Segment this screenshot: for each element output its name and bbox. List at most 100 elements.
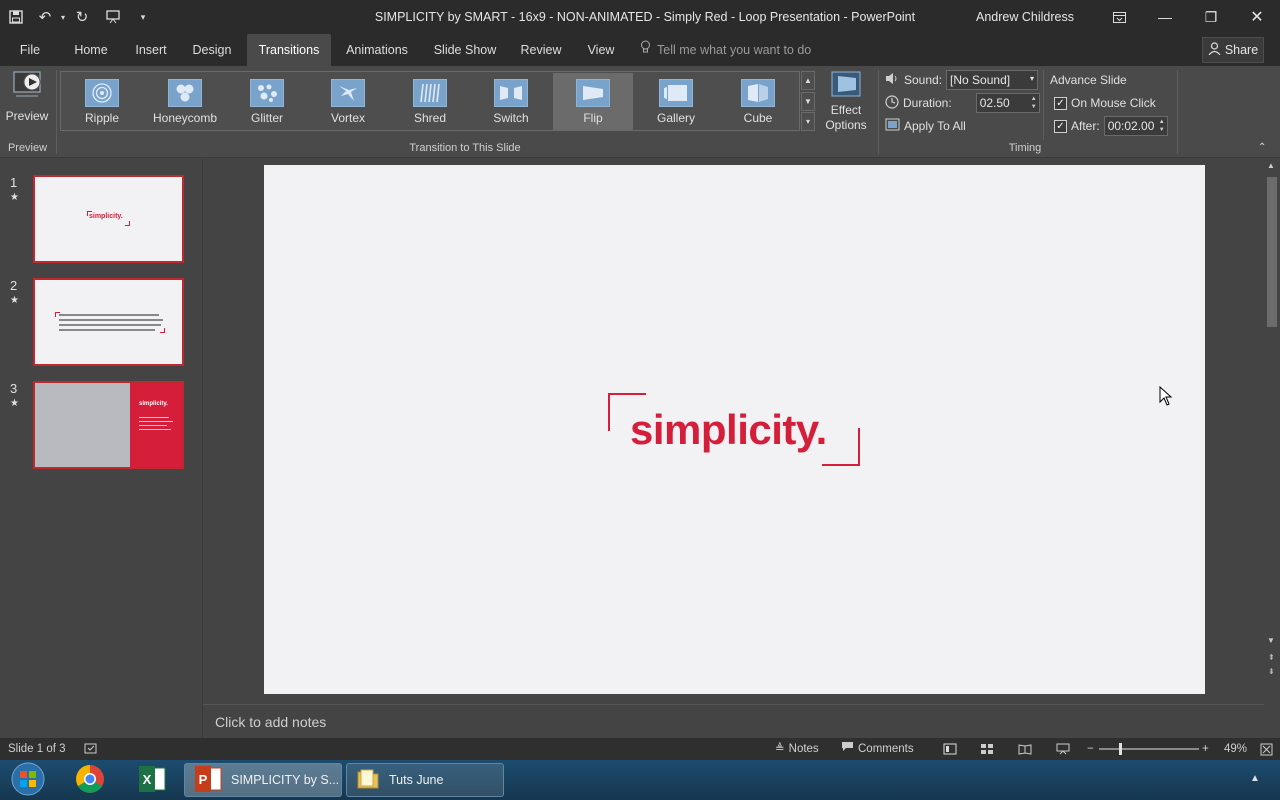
tab-file[interactable]: File bbox=[10, 34, 50, 66]
tab-design[interactable]: Design bbox=[186, 34, 238, 66]
customize-qat-icon[interactable]: ▾ bbox=[130, 0, 156, 34]
share-button[interactable]: Share bbox=[1202, 37, 1264, 63]
bracket bbox=[160, 328, 165, 333]
duration-input[interactable]: 02.50 ▲ ▼ bbox=[975, 93, 1040, 113]
tab-view[interactable]: View bbox=[580, 34, 622, 66]
bracket bbox=[87, 211, 92, 216]
group-label-preview: Preview bbox=[7, 142, 48, 154]
after-input[interactable]: 00:02.00 ▲ ▼ bbox=[1103, 116, 1168, 136]
text-line bbox=[139, 421, 173, 422]
slide-number: 3 bbox=[10, 381, 18, 396]
excel-taskbar-button[interactable]: X bbox=[134, 763, 170, 797]
after-row: ✓ After: 00:02.00 ▲ ▼ bbox=[1054, 115, 1168, 137]
restore-icon[interactable]: ❐ bbox=[1188, 0, 1234, 34]
status-bar: Slide 1 of 3 ≜ Notes Comments − + 49% bbox=[0, 738, 1280, 760]
notes-label: Notes bbox=[788, 743, 819, 755]
scroll-up-icon[interactable]: ▲ bbox=[1267, 161, 1275, 170]
tab-animations[interactable]: Animations bbox=[338, 34, 416, 66]
zoom-slider-thumb[interactable] bbox=[1119, 743, 1122, 755]
reading-view-icon[interactable] bbox=[1018, 738, 1032, 760]
preview-button[interactable]: Preview bbox=[3, 70, 51, 136]
spell-check-icon[interactable] bbox=[84, 738, 98, 760]
previous-slide-icon[interactable]: ⇞ bbox=[1268, 653, 1275, 662]
minimize-icon[interactable]: — bbox=[1142, 0, 1188, 34]
transition-switch[interactable]: Switch bbox=[471, 73, 551, 130]
save-icon[interactable] bbox=[0, 0, 32, 34]
notes-icon: ≜ bbox=[775, 743, 785, 755]
preview-label: Preview bbox=[5, 109, 49, 123]
comments-button[interactable]: Comments bbox=[841, 738, 914, 760]
transition-flip[interactable]: Flip bbox=[553, 73, 633, 130]
redo-icon[interactable]: ↻ bbox=[68, 0, 96, 34]
slide-thumbnail-3[interactable]: simplicity. bbox=[33, 381, 184, 469]
speaker-icon bbox=[885, 72, 900, 88]
lightbulb-icon bbox=[640, 34, 651, 66]
zoom-out-icon[interactable]: − bbox=[1087, 738, 1094, 760]
transition-gallery-effect[interactable]: Gallery bbox=[636, 73, 716, 130]
start-from-beginning-icon[interactable] bbox=[96, 0, 130, 34]
advance-slide-heading: Advance Slide bbox=[1050, 73, 1127, 87]
next-slide-icon[interactable]: ⇟ bbox=[1268, 667, 1275, 676]
transition-shred[interactable]: Shred bbox=[390, 73, 470, 130]
gallery-scroll-up-icon[interactable]: ▲ bbox=[801, 71, 815, 90]
undo-icon[interactable]: ↶ bbox=[32, 0, 58, 34]
slide-show-icon[interactable] bbox=[1056, 738, 1070, 760]
after-checkbox[interactable]: ✓ bbox=[1054, 119, 1067, 133]
window-title: SIMPLICITY by SMART - 16x9 - NON-ANIMATE… bbox=[374, 10, 916, 24]
spinner-icon[interactable]: ▲ ▼ bbox=[1159, 118, 1165, 134]
sound-dropdown[interactable]: [No Sound] ▾ bbox=[946, 70, 1039, 90]
gallery-scroll-down-icon[interactable]: ▼ bbox=[801, 92, 815, 111]
show-hidden-icons-icon[interactable]: ▲ bbox=[1250, 773, 1260, 784]
zoom-slider[interactable] bbox=[1099, 748, 1199, 750]
close-icon[interactable]: ✕ bbox=[1234, 0, 1280, 34]
slide-scrollbar[interactable]: ▲ ▼ ⇞ ⇟ bbox=[1264, 159, 1280, 738]
thumb-image-placeholder bbox=[35, 383, 130, 467]
notes-button[interactable]: ≜ Notes bbox=[775, 738, 819, 760]
on-mouse-click-checkbox[interactable]: ✓ bbox=[1054, 96, 1067, 110]
fit-slide-icon[interactable] bbox=[1260, 738, 1273, 760]
honeycomb-icon bbox=[168, 79, 202, 107]
user-name[interactable]: Andrew Childress bbox=[960, 0, 1090, 34]
scrollbar-thumb[interactable] bbox=[1267, 177, 1277, 327]
undo-dropdown-icon[interactable]: ▾ bbox=[58, 0, 68, 34]
taskbar-task-label: SIMPLICITY by S... bbox=[231, 773, 340, 787]
collapse-ribbon-icon[interactable]: ⌃ bbox=[1258, 142, 1266, 153]
transition-cube[interactable]: Cube bbox=[718, 73, 798, 130]
after-value: 00:02.00 bbox=[1107, 119, 1155, 133]
group-separator bbox=[1177, 70, 1178, 154]
zoom-in-icon[interactable]: + bbox=[1202, 738, 1209, 760]
tab-home[interactable]: Home bbox=[66, 34, 116, 66]
tab-review[interactable]: Review bbox=[514, 34, 568, 66]
slide-thumbnail-2[interactable] bbox=[33, 278, 184, 366]
spinner-icon[interactable]: ▲ ▼ bbox=[1031, 95, 1037, 111]
slide-thumbnail-pane: 1 ★ simplicity. 2 ★ 3 ★ simplicity. bbox=[0, 159, 203, 738]
tell-me-box[interactable]: Tell me what you want to do bbox=[640, 34, 811, 66]
folder-taskbar-button[interactable]: Tuts June bbox=[346, 763, 504, 797]
transition-honeycomb[interactable]: Honeycomb bbox=[144, 73, 226, 130]
slide-sorter-icon[interactable] bbox=[980, 738, 994, 760]
transition-glitter[interactable]: Glitter bbox=[227, 73, 307, 130]
slide-logo-text[interactable]: simplicity. bbox=[630, 406, 827, 454]
ribbon-display-options-icon[interactable] bbox=[1096, 0, 1142, 34]
tab-slide-show[interactable]: Slide Show bbox=[428, 34, 502, 66]
quick-access-toolbar: ↶ ▾ ↻ ▾ bbox=[0, 0, 156, 34]
scroll-down-icon[interactable]: ▼ bbox=[1267, 636, 1275, 645]
tab-insert[interactable]: Insert bbox=[126, 34, 176, 66]
transition-ripple[interactable]: Ripple bbox=[62, 73, 142, 130]
transition-vortex[interactable]: Vortex bbox=[308, 73, 388, 130]
chrome-taskbar-button[interactable] bbox=[72, 763, 108, 797]
svg-text:P: P bbox=[199, 772, 208, 787]
transition-label: Ripple bbox=[84, 111, 120, 125]
normal-view-icon[interactable] bbox=[943, 738, 957, 760]
svg-text:X: X bbox=[143, 772, 152, 787]
sound-label: Sound: bbox=[904, 73, 943, 87]
apply-to-all-button[interactable]: Apply To All bbox=[885, 115, 966, 137]
tab-transitions[interactable]: Transitions bbox=[247, 34, 331, 66]
slide-thumbnail-1[interactable]: simplicity. bbox=[33, 175, 184, 263]
gallery-more-icon[interactable]: ▾ bbox=[801, 112, 815, 131]
start-button[interactable] bbox=[6, 762, 50, 797]
effect-options-button[interactable]: Effect Options bbox=[818, 70, 874, 140]
notes-pane[interactable]: Click to add notes bbox=[203, 704, 1264, 738]
zoom-level[interactable]: 49% bbox=[1224, 738, 1247, 760]
powerpoint-taskbar-button[interactable]: P SIMPLICITY by S... bbox=[184, 763, 342, 797]
